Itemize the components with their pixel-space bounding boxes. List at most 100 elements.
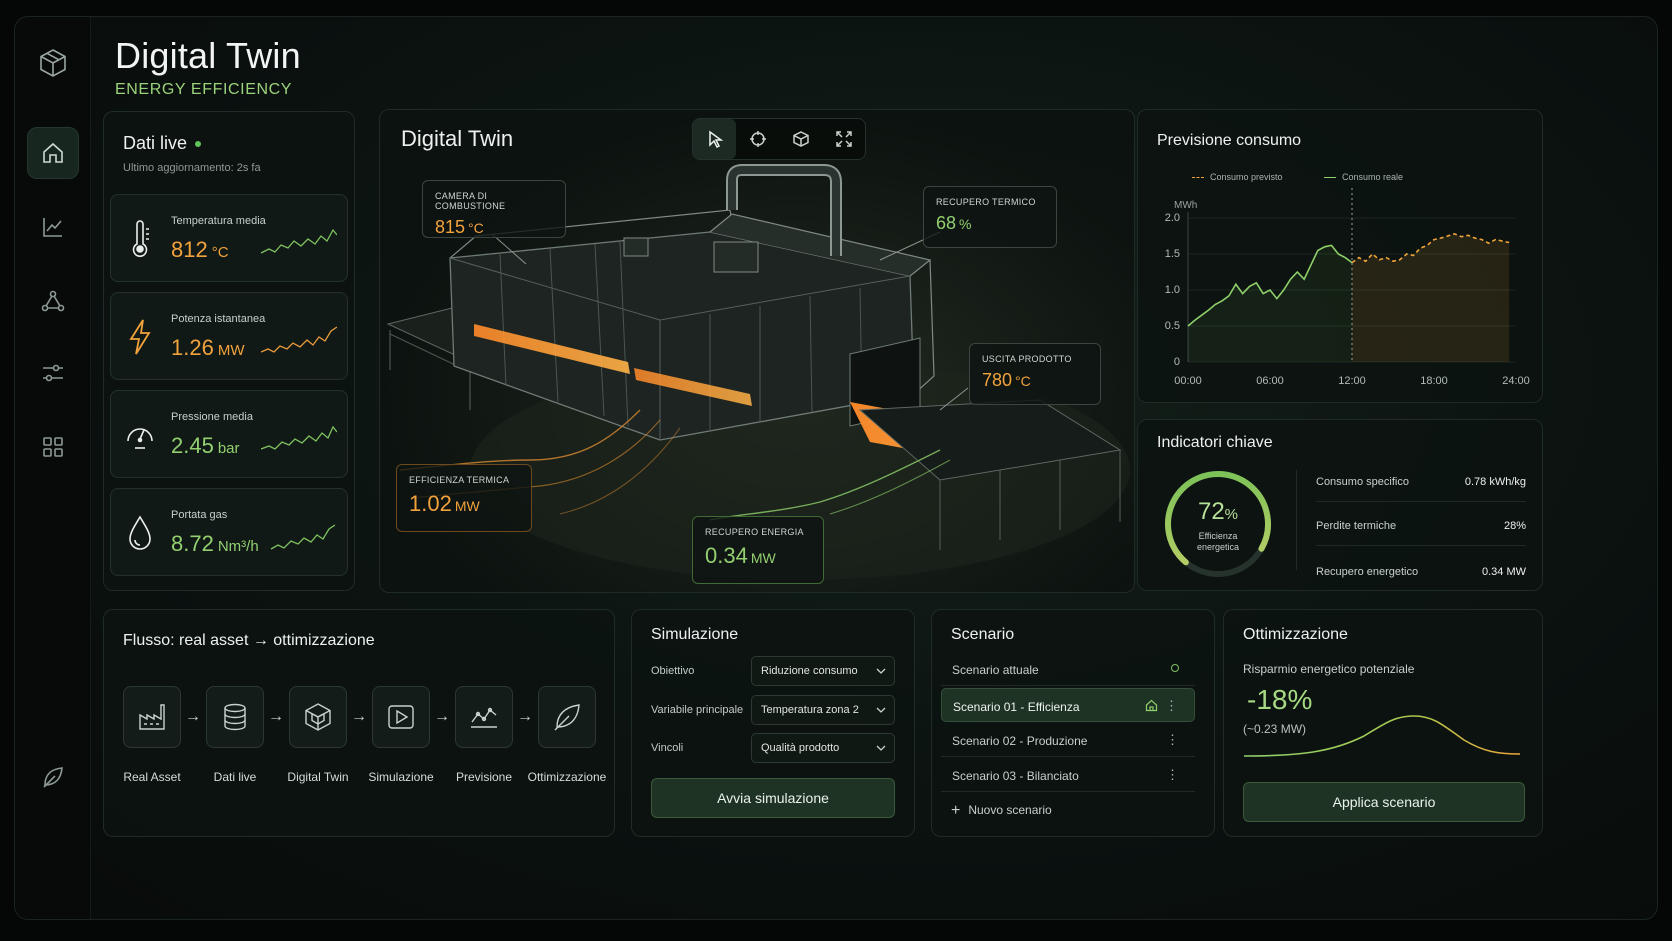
main-variable-select[interactable]: Temperatura zona 2 [751,695,895,725]
callout-product-exit[interactable]: USCITA PRODOTTO 780 °C [969,343,1101,405]
metric-card-power[interactable]: Potenza istantanea 1.26 MW [110,292,348,380]
metric-unit: bar [217,440,240,457]
metric-label: Temperatura media [171,215,266,227]
more-options-icon[interactable]: ⋮ [1166,732,1179,748]
flow-arrow: → [434,708,450,725]
more-options-icon[interactable]: ⋮ [1165,698,1178,714]
callout-value: 815 °C [435,217,553,238]
scenario-item-03[interactable]: Scenario 03 - Bilanciato ⋮ [941,758,1195,792]
constraints-select[interactable]: Qualità prodotto [751,733,895,763]
live-data-title-text: Dati live [123,133,188,153]
chevron-down-icon [876,745,886,751]
add-scenario-button[interactable]: + Nuovo scenario [951,802,1052,820]
flow-step-real-asset[interactable] [123,686,181,748]
scenario-item-02[interactable]: Scenario 02 - Produzione ⋮ [941,723,1195,757]
flow-arrow: → [185,708,201,725]
cube-logo-icon[interactable] [37,47,69,79]
sliders-icon [43,364,63,382]
chevron-down-icon [876,668,886,674]
real-area [1188,245,1352,362]
simulation-panel: Simulazione Obiettivo Riduzione consumo … [631,609,915,837]
callout-value: 0.34 MW [705,543,811,569]
play-icon [388,705,414,729]
last-update-text: Ultimo aggiornamento: 2s fa [123,162,261,174]
y-axis-label: MWh [1174,200,1197,211]
flow-step-forecast[interactable] [455,686,513,748]
callout-thermal-efficiency[interactable]: EFFICIENZA TERMICA 1.02 MW [396,464,532,532]
flow-step-simulation[interactable] [372,686,430,748]
flow-arrow: → [517,708,533,725]
y-tick-label: 0 [1174,356,1180,368]
leaf-icon [43,767,63,788]
network-icon [41,290,65,312]
callout-value: 1.02 MW [409,491,519,517]
metric-number: 2.45 [171,433,214,458]
scenario-current-label: Scenario attuale [952,663,1039,677]
callout-energy-recovery[interactable]: RECUPERO ENERGIA 0.34 MW [692,516,824,584]
app-frame: Digital Twin ENERGY EFFICIENCY Dati live… [14,16,1658,920]
start-simulation-button[interactable]: Avvia simulazione [651,778,895,818]
flow-step-label: Dati live [213,770,257,784]
metric-card-gas-flow[interactable]: Portata gas 8.72 Nm³/h [110,488,348,576]
callout-heat-recovery[interactable]: RECUPERO TERMICO 68% [923,186,1057,248]
sidebar-item-sustainability[interactable] [27,751,79,803]
x-tick-label: 24:00 [1502,375,1530,387]
sidebar-item-modules[interactable] [27,421,79,473]
metric-card-temperature[interactable]: Temperatura media 812 °C [110,194,348,282]
plus-icon: + [951,802,961,819]
home-icon [43,142,63,163]
callout-number: 1.02 [409,491,452,516]
kpi-title: Indicatori chiave [1157,434,1273,451]
callout-label: RECUPERO TERMICO [936,197,1036,207]
metric-label: Portata gas [171,509,228,521]
metric-unit: °C [211,244,229,261]
flow-arrow: → [268,708,284,725]
metric-value: 8.72 Nm³/h [171,531,259,557]
more-options-icon[interactable]: ⋮ [1166,767,1179,783]
home-icon[interactable] [1145,699,1158,712]
flow-panel: Flusso: real asset → ottimizzazione → → … [103,609,615,837]
forecast-chart[interactable]: MWh 0 0.5 1.0 1.5 2.0 00:00 06:00 12:00 18:00 24:0… [1138,110,1544,404]
callout-number: 0.34 [705,543,748,568]
simulation-title: Simulazione [651,626,739,643]
sidebar [15,17,91,919]
flow-step-digital-twin[interactable] [289,686,347,748]
sidebar-item-settings[interactable] [27,347,79,399]
sidebar-item-network[interactable] [27,275,79,327]
flow-step-label: Previsione [455,770,513,784]
scenario-title: Scenario [951,626,1015,643]
kpi-divider [1296,470,1297,570]
metric-number: 812 [171,237,208,262]
sparkline [261,425,337,450]
kpi-row-energy-recovery: Recupero energetico 0.34 MW [1316,552,1526,592]
flow-step-label: Simulazione [368,770,434,784]
callout-value: 68% [936,213,1044,234]
kpi-label: Perdite termiche [1316,520,1397,532]
metric-card-pressure[interactable]: Pressione media 2.45 bar [110,390,348,478]
apply-scenario-button[interactable]: Applica scenario [1243,782,1525,822]
flow-step-optimization[interactable] [538,686,596,748]
field-label-objective: Obiettivo [651,665,695,677]
callout-label: EFFICIENZA TERMICA [409,475,510,485]
flow-title: Flusso: real asset → ottimizzazione [123,632,375,649]
sparkline [270,524,336,550]
efficiency-label-line-2: energetica [1196,542,1240,552]
status-indicator [1171,664,1179,672]
x-tick-label: 12:00 [1338,375,1366,387]
digital-twin-viewport[interactable]: Digital Twin CAMERA DI COMBUSTIONE 815 °… [379,109,1135,593]
y-tick-label: 2.0 [1165,212,1180,224]
scenario-current[interactable]: Scenario attuale [941,652,1195,686]
objective-select[interactable]: Riduzione consumo [751,656,895,686]
sidebar-item-analytics[interactable] [27,201,79,253]
cube-icon [305,703,331,731]
scenario-item-01[interactable]: Scenario 01 - Efficienza ⋮ [941,688,1195,722]
callout-combustion-chamber[interactable]: CAMERA DI COMBUSTIONE 815 °C [422,180,566,238]
optimization-title: Ottimizzazione [1243,626,1348,643]
kpi-value: 28% [1503,520,1526,532]
callout-number: 780 [982,370,1013,390]
flow-step-live-data[interactable] [206,686,264,748]
metric-number: 8.72 [171,531,214,556]
sidebar-item-home[interactable] [27,127,79,179]
select-value: Temperatura zona 2 [761,704,859,716]
flow-arrow: → [351,708,367,725]
